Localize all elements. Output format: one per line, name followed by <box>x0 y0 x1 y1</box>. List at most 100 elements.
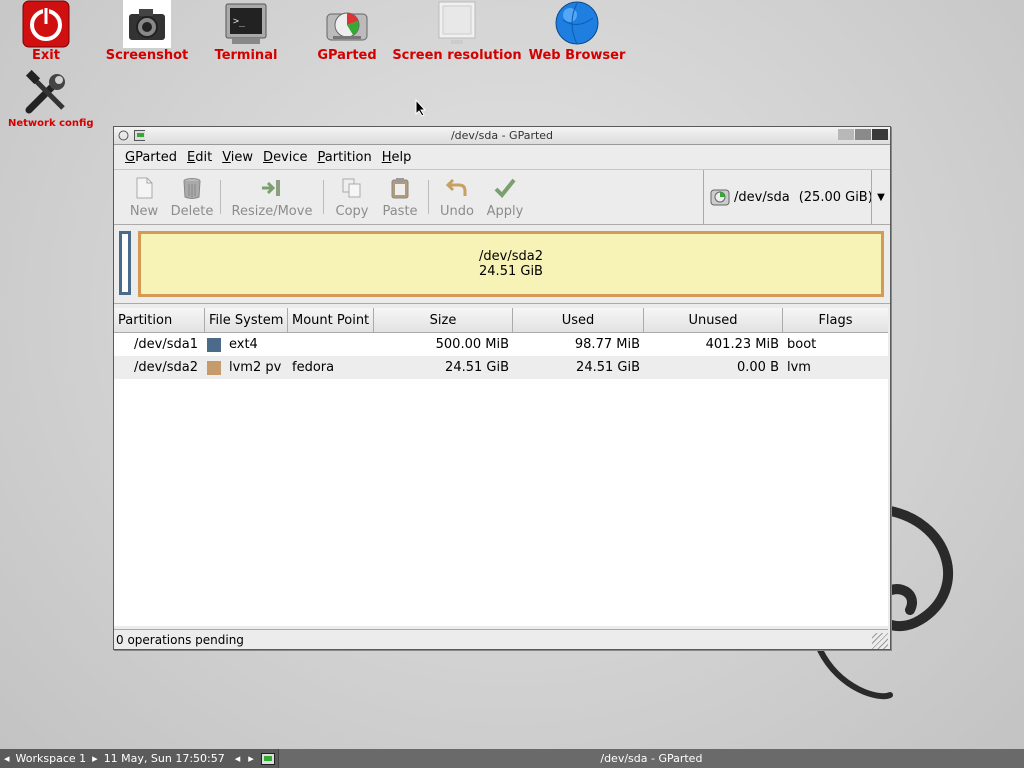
menu-view-rest: iew <box>230 149 254 165</box>
next-task-icon[interactable]: ▸ <box>244 752 258 765</box>
partition-block-size: 24.51 GiB <box>479 264 543 279</box>
menu-device-rest: evice <box>273 149 308 165</box>
menu-edit-rest: dit <box>195 149 213 165</box>
col-header-unused[interactable]: Unused <box>644 308 783 332</box>
device-name: /dev/sda <box>734 189 790 205</box>
paste-label: Paste <box>382 204 418 219</box>
copy-label: Copy <box>335 204 369 219</box>
cell-used: 24.51 GiB <box>576 360 640 375</box>
desktop-icon-gparted[interactable]: GParted <box>312 0 382 63</box>
menu-device[interactable]: Device <box>258 150 312 165</box>
col-header-size[interactable]: Size <box>374 308 513 332</box>
desktop-icon-terminal[interactable]: >_ Terminal <box>210 0 282 63</box>
trash-icon <box>183 178 201 199</box>
terminal-icon: >_ <box>222 0 270 48</box>
resize-arrow-icon <box>262 180 280 196</box>
desktop-icon-screen-resolution[interactable]: Screen resolution <box>392 0 522 63</box>
menu-edit[interactable]: Edit <box>182 150 217 165</box>
globe-icon <box>553 0 601 48</box>
apply-label: Apply <box>486 204 524 219</box>
cell-flags: boot <box>787 337 817 352</box>
gparted-icon <box>323 0 371 48</box>
prev-task-icon[interactable]: ◂ <box>231 752 245 765</box>
monitor-icon <box>433 0 481 48</box>
close-button[interactable] <box>872 129 888 140</box>
desktop-icon-label: Terminal <box>214 48 278 63</box>
delete-button[interactable]: Delete <box>168 170 216 224</box>
desktop-icon-label: Web Browser <box>528 48 626 63</box>
partition-table: Partition File System Mount Point Size U… <box>114 308 888 626</box>
menu-gparted[interactable]: GParted <box>120 150 182 165</box>
menu-view[interactable]: View <box>217 150 258 165</box>
menubar: GParted Edit View Device Partition Help <box>114 145 890 170</box>
toolbar-separator <box>428 180 429 214</box>
col-header-partition[interactable]: Partition <box>114 308 205 332</box>
desktop-icon-label: Exit <box>32 48 60 63</box>
menu-partition-rest: artition <box>324 149 372 165</box>
copy-button[interactable]: Copy <box>328 170 376 224</box>
undo-button[interactable]: Undo <box>433 170 481 224</box>
new-button[interactable]: New <box>120 170 168 224</box>
desktop-icon-label: Screenshot <box>105 48 189 63</box>
clock: 11 May, Sun 17:50:57 <box>103 752 225 765</box>
power-icon <box>22 0 70 48</box>
tools-icon <box>23 69 71 118</box>
col-header-mountpoint[interactable]: Mount Point <box>288 308 374 332</box>
cell-filesystem-label: lvm2 pv <box>229 360 282 375</box>
cell-flags: lvm <box>787 360 811 375</box>
cell-size: 24.51 GiB <box>445 360 509 375</box>
resize-move-label: Resize/Move <box>231 204 313 219</box>
toolbar-separator <box>323 180 324 214</box>
new-document-icon <box>136 177 153 199</box>
menu-help-rest: elp <box>391 149 412 165</box>
fs-color-swatch <box>207 360 221 375</box>
paste-button[interactable]: Paste <box>376 170 424 224</box>
maximize-button[interactable] <box>855 129 871 140</box>
cell-partition: /dev/sda2 <box>134 360 198 375</box>
undo-label: Undo <box>440 204 474 219</box>
checkmark-icon <box>494 178 516 198</box>
window-titlebar[interactable]: /dev/sda - GParted <box>114 127 890 145</box>
partition-graph: /dev/sda2 24.51 GiB <box>114 225 890 304</box>
paste-icon <box>391 178 409 199</box>
cell-mountpoint: fedora <box>292 360 335 375</box>
camera-icon <box>123 0 171 48</box>
menu-gparted-rest: Parted <box>135 149 177 165</box>
menu-partition[interactable]: Partition <box>313 150 377 165</box>
col-header-filesystem[interactable]: File System <box>205 308 288 332</box>
cell-filesystem: lvm2 pv <box>205 360 288 375</box>
col-header-used[interactable]: Used <box>513 308 644 332</box>
desktop-icon-web-browser[interactable]: Web Browser <box>526 0 628 63</box>
task-gparted[interactable]: /dev/sda - GParted <box>277 749 1024 768</box>
workspace-label[interactable]: Workspace 1 <box>10 752 93 765</box>
partition-block-name: /dev/sda2 <box>479 249 543 264</box>
cell-size: 500.00 MiB <box>435 337 509 352</box>
menu-help[interactable]: Help <box>377 150 417 165</box>
toolbar-separator <box>220 180 221 214</box>
cell-filesystem: ext4 <box>205 337 288 352</box>
desktop-icon-label: Screen resolution <box>392 48 522 63</box>
desktop-icon-screenshot[interactable]: Screenshot <box>104 0 190 63</box>
table-row[interactable]: /dev/sda2 lvm2 pv fedora 24.51 GiB 24.51… <box>114 356 888 379</box>
cell-unused: 401.23 MiB <box>705 337 779 352</box>
desktop-icon-network-config[interactable]: Network config <box>8 69 94 129</box>
table-row[interactable]: /dev/sda1 ext4 500.00 MiB 98.77 MiB 401.… <box>114 333 888 356</box>
chevron-down-icon[interactable]: ▼ <box>871 170 890 224</box>
minimize-button[interactable] <box>838 129 854 140</box>
desktop-icon-exit[interactable]: Exit <box>18 0 74 63</box>
device-selector[interactable]: /dev/sda (25.00 GiB) ▼ <box>703 170 890 224</box>
desktop-icon-label: Network config <box>8 118 94 129</box>
resize-move-button[interactable]: Resize/Move <box>225 170 319 224</box>
mouse-cursor-icon <box>415 99 427 117</box>
col-header-flags[interactable]: Flags <box>783 308 888 332</box>
desktop-icon-label: GParted <box>317 48 377 63</box>
resize-grip[interactable] <box>872 633 888 649</box>
harddisk-icon <box>710 189 730 206</box>
new-label: New <box>129 204 159 219</box>
apply-button[interactable]: Apply <box>481 170 529 224</box>
prev-workspace-icon[interactable]: ◂ <box>0 752 10 765</box>
delete-label: Delete <box>170 204 214 219</box>
partition-block-sda1[interactable] <box>119 231 131 295</box>
partition-block-sda2[interactable]: /dev/sda2 24.51 GiB <box>138 231 884 297</box>
svg-text:>_: >_ <box>233 16 246 27</box>
